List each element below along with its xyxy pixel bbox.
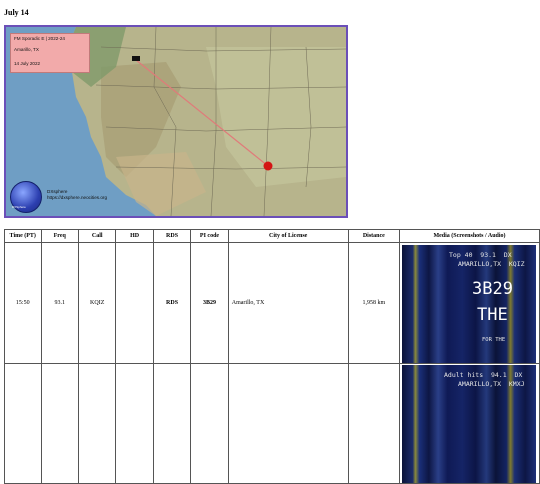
- info-location: Amarillo, TX: [14, 46, 39, 52]
- cell-hd: [115, 363, 154, 484]
- rds-line1: Top 40 93.1 DX: [449, 250, 512, 259]
- table-header-row: Time (PT) Freq Call HD RDS PI code City …: [4, 229, 540, 243]
- cell-freq: [40, 363, 79, 484]
- cell-freq: 93.1: [40, 242, 79, 364]
- cell-call: KQIZ: [77, 242, 117, 364]
- rds-line2: AMARILLO,TX KQIZ: [458, 259, 525, 268]
- cell-time: [4, 363, 42, 484]
- cell-city: Amarillo, TX: [227, 242, 349, 364]
- media-screenshot[interactable]: Adult hits 94.1 DX AMARILLO,TX KMXJ: [402, 365, 536, 483]
- cell-distance: 1,958 km: [347, 242, 401, 364]
- rds-radiotext: FOR THE: [482, 336, 506, 343]
- receiver-marker: [132, 56, 140, 61]
- cell-time: 15:50: [4, 242, 42, 364]
- col-distance: Distance: [347, 229, 401, 243]
- cell-rds: RDS: [152, 242, 192, 364]
- credit-url[interactable]: https://dxsphere.neocities.org: [47, 195, 107, 201]
- station-marker: [263, 161, 273, 171]
- cell-media: Top 40 93.1 DX AMARILLO,TX KQIZ 3B29 THE…: [399, 242, 540, 364]
- info-date: 14 July 2022: [14, 61, 41, 67]
- cell-rds: [152, 363, 192, 484]
- map-credit: DXsphere https://dxsphere.neocities.org: [47, 189, 107, 201]
- col-freq: Freq: [40, 229, 79, 243]
- cell-pi: 3B29: [190, 242, 229, 364]
- cell-pi: [190, 363, 229, 484]
- map-info-box: FM Sporadic E | 2022-24 Amarillo, TX 14 …: [10, 33, 90, 73]
- rds-pi-display: 3B29: [472, 278, 513, 299]
- log-table: Time (PT) Freq Call HD RDS PI code City …: [4, 229, 540, 484]
- cell-distance: [347, 363, 401, 484]
- cell-city: [227, 363, 349, 484]
- col-call: Call: [77, 229, 117, 243]
- cell-media: Adult hits 94.1 DX AMARILLO,TX KMXJ: [399, 363, 540, 484]
- cell-hd: [115, 242, 154, 364]
- table-row: 15:50 93.1 KQIZ RDS 3B29 Amarillo, TX 1,…: [4, 242, 540, 364]
- col-city: City of License: [227, 229, 349, 243]
- col-hd: HD: [115, 229, 154, 243]
- table-row: Adult hits 94.1 DX AMARILLO,TX KMXJ: [4, 363, 540, 484]
- rds-line1: Adult hits 94.1 DX: [444, 371, 523, 379]
- media-screenshot[interactable]: Top 40 93.1 DX AMARILLO,TX KQIZ 3B29 THE…: [402, 244, 536, 363]
- logo-caption: DXSphere: [12, 205, 26, 209]
- col-time: Time (PT): [4, 229, 42, 243]
- col-rds: RDS: [152, 229, 192, 243]
- page-heading: July 14: [4, 8, 29, 17]
- rds-line2: AMARILLO,TX KMXJ: [458, 380, 525, 388]
- col-pi: PI code: [190, 229, 229, 243]
- info-title: FM Sporadic E | 2022-24: [14, 36, 65, 41]
- rds-ps-display: THE: [477, 304, 508, 325]
- col-media: Media (Screenshots / Audio): [399, 229, 540, 243]
- cell-call: [77, 363, 117, 484]
